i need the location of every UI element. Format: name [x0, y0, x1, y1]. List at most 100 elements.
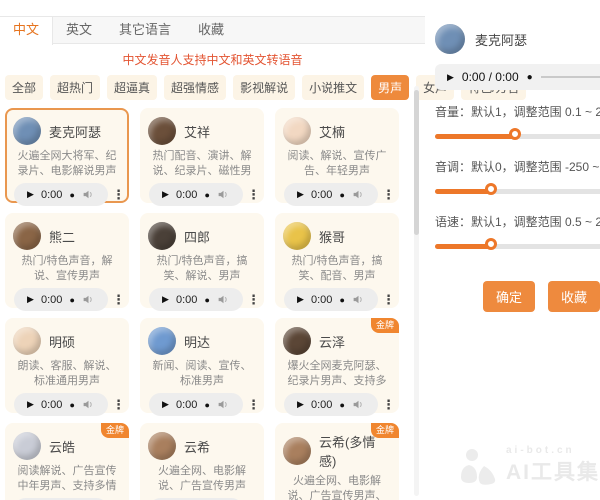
time-label: 0:00 [41, 189, 62, 201]
gold-badge: 金牌 [101, 423, 129, 438]
filter-chip[interactable]: 全部 [5, 75, 43, 100]
voice-card[interactable]: 金牌 云泽 爆火全网麦克阿瑟、纪录片男声、支持多情感、多角色 ▶ 0:00 ● … [275, 318, 399, 413]
voice-card[interactable]: 熊二 热门/特色声音，解说、宣传男声 ▶ 0:00 ● ⋮ [5, 213, 129, 308]
seek-handle[interactable]: ● [204, 400, 209, 410]
play-icon[interactable]: ▶ [162, 189, 169, 200]
more-options-icon[interactable]: ⋮ [112, 397, 121, 413]
more-options-icon[interactable]: ⋮ [382, 187, 391, 203]
tab-label: 中文 [13, 22, 39, 37]
tab[interactable]: 其它语言 [106, 17, 185, 43]
seek-handle[interactable]: ● [339, 295, 344, 305]
volume-icon[interactable] [352, 188, 365, 201]
filter-chip[interactable]: 超逼真 [107, 75, 157, 100]
tab[interactable]: 收藏 [185, 17, 238, 43]
seek-handle[interactable]: ● [69, 190, 74, 200]
play-icon[interactable]: ▶ [297, 294, 304, 305]
play-icon[interactable]: ▶ [27, 294, 34, 305]
filter-chip[interactable]: 超热门 [50, 75, 100, 100]
seek-handle[interactable]: ● [204, 295, 209, 305]
voice-card[interactable]: 云希 火遍全网、电影解说、广告宣传男声 ▶ 0:00 ● ⋮ [140, 423, 264, 500]
more-options-icon[interactable]: ⋮ [247, 397, 256, 413]
scrollbar-thumb[interactable] [414, 90, 419, 235]
play-icon[interactable]: ▶ [27, 189, 34, 200]
voice-card[interactable]: 金牌 云皓 阅读解说、广告宣传中年男声、支持多情感 ▶ 0:00 ● ⋮ [5, 423, 129, 500]
voice-card[interactable]: 艾楠 阅读、解说、宣传广告、年轻男声 ▶ 0:00 ● ⋮ [275, 108, 399, 203]
voice-description: 热门/特色声音，搞笑、解说、男声 [148, 254, 256, 284]
voice-description: 爆火全网麦克阿瑟、纪录片男声、支持多情感、多角色 [283, 359, 391, 389]
scrollbar-track[interactable] [414, 86, 419, 496]
tab[interactable]: 英文 [53, 17, 106, 43]
filter-chip[interactable]: 影视解说 [233, 75, 295, 100]
time-label: 0:00 [176, 294, 197, 306]
seek-track[interactable] [541, 76, 600, 78]
filter-chip[interactable]: 超强情感 [164, 75, 226, 100]
filter-chip[interactable]: 小说推文 [302, 75, 364, 100]
voice-name: 云皓 [49, 437, 75, 456]
more-options-icon[interactable]: ⋮ [247, 187, 256, 203]
voice-list-pane: 中文 英文 其它语言 收藏 中文发音人支持中文和英文转语音 全部超热门超逼真超强… [0, 0, 425, 500]
volume-icon[interactable] [217, 398, 230, 411]
voice-description: 火遍全网大将军、纪录片、电影解说男声 [13, 149, 121, 179]
voice-avatar [13, 327, 41, 355]
action-buttons: 确定 收藏 [435, 281, 600, 312]
voice-card[interactable]: 明硕 朗读、客服、解说、标准通用男声 ▶ 0:00 ● ⋮ [5, 318, 129, 413]
seek-handle[interactable]: ● [339, 190, 344, 200]
app-root: 中文 英文 其它语言 收藏 中文发音人支持中文和英文转语音 全部超热门超逼真超强… [0, 0, 600, 500]
audio-player: ▶ 0:00 ● [284, 288, 378, 311]
play-icon[interactable]: ▶ [297, 189, 304, 200]
more-options-icon[interactable]: ⋮ [382, 397, 391, 413]
more-options-icon[interactable]: ⋮ [382, 292, 391, 308]
seek-handle[interactable]: ● [339, 400, 344, 410]
volume-icon[interactable] [352, 293, 365, 306]
seek-handle[interactable]: ● [527, 72, 533, 83]
filter-chip[interactable]: 男声 [371, 75, 409, 100]
volume-icon[interactable] [352, 398, 365, 411]
voice-description: 热门/特色声音，解说、宣传男声 [13, 254, 121, 284]
slider-handle[interactable] [485, 238, 497, 250]
volume-icon[interactable] [82, 188, 95, 201]
voice-avatar [148, 432, 176, 460]
slider-handle[interactable] [509, 128, 521, 140]
slider-handle[interactable] [485, 183, 497, 195]
tab-label: 其它语言 [119, 22, 171, 37]
tab[interactable]: 中文 [0, 17, 53, 45]
voice-description: 热门/特色声音，搞笑、配音、男声 [283, 254, 391, 284]
paw-logo-icon [459, 447, 499, 485]
slider[interactable] [435, 127, 600, 145]
play-icon[interactable]: ▶ [447, 72, 454, 83]
volume-icon[interactable] [82, 398, 95, 411]
voice-name: 猴哥 [319, 227, 345, 246]
voice-card[interactable]: 麦克阿瑟 火遍全网大将军、纪录片、电影解说男声 ▶ 0:00 ● ⋮ [5, 108, 129, 203]
time-label: 0:00 [41, 399, 62, 411]
play-icon[interactable]: ▶ [297, 399, 304, 410]
time-label: 0:00 [311, 399, 332, 411]
voice-card[interactable]: 猴哥 热门/特色声音，搞笑、配音、男声 ▶ 0:00 ● ⋮ [275, 213, 399, 308]
voice-description: 火遍全网、电影解说、广告宣传男声、支持多情感、多角色 [283, 474, 391, 500]
favorite-button[interactable]: 收藏 [548, 281, 600, 312]
more-options-icon[interactable]: ⋮ [247, 292, 256, 308]
gold-badge: 金牌 [371, 318, 399, 333]
play-icon[interactable]: ▶ [162, 294, 169, 305]
seek-handle[interactable]: ● [204, 190, 209, 200]
voice-card[interactable]: 四郎 热门/特色声音，搞笑、解说、男声 ▶ 0:00 ● ⋮ [140, 213, 264, 308]
confirm-button[interactable]: 确定 [483, 281, 535, 312]
voice-card[interactable]: 艾祥 热门配音、演讲、解说、纪录片、磁性男声 ▶ 0:00 ● ⋮ [140, 108, 264, 203]
play-icon[interactable]: ▶ [27, 399, 34, 410]
volume-icon[interactable] [217, 293, 230, 306]
play-icon[interactable]: ▶ [162, 399, 169, 410]
more-options-icon[interactable]: ⋮ [112, 187, 121, 203]
voice-card[interactable]: 明达 新闻、阅读、宣传、标准男声 ▶ 0:00 ● ⋮ [140, 318, 264, 413]
voice-avatar [13, 117, 41, 145]
slider[interactable] [435, 237, 600, 255]
seek-handle[interactable]: ● [69, 295, 74, 305]
seek-handle[interactable]: ● [69, 400, 74, 410]
time-label: 0:00 [176, 399, 197, 411]
selected-voice-header: 麦克阿瑟 [435, 24, 600, 54]
filter-bar: 全部超热门超逼真超强情感影视解说小说推文男声女声特色/方言 [0, 75, 425, 100]
voice-card[interactable]: 金牌 云希(多情感) 火遍全网、电影解说、广告宣传男声、支持多情感、多角色 ▶ … [275, 423, 399, 500]
volume-icon[interactable] [217, 188, 230, 201]
volume-icon[interactable] [82, 293, 95, 306]
voice-name: 云希 [184, 437, 210, 456]
more-options-icon[interactable]: ⋮ [112, 292, 121, 308]
slider[interactable] [435, 182, 600, 200]
